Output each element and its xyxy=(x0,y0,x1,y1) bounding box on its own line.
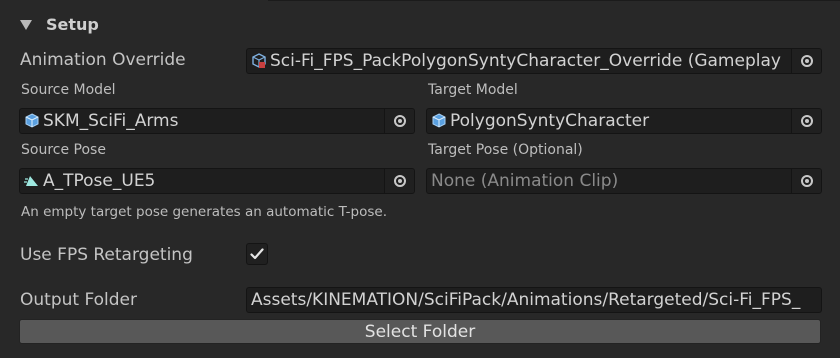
output-folder-label: Output Folder xyxy=(20,290,137,310)
setup-foldout-header[interactable]: Setup xyxy=(20,12,99,36)
output-folder-field[interactable]: Assets/KINEMATION/SciFiPack/Animations/R… xyxy=(246,287,822,313)
object-picker-icon xyxy=(800,115,813,127)
prefab-cube-icon xyxy=(431,112,447,130)
object-picker-button[interactable] xyxy=(791,169,821,193)
target-pose-field[interactable]: None (Animation Clip) xyxy=(426,168,822,194)
animation-override-value: Sci-Fi_FPS_PackPolygonSyntyCharacter_Ove… xyxy=(270,51,781,71)
animation-override-field[interactable]: Sci-Fi_FPS_PackPolygonSyntyCharacter_Ove… xyxy=(246,48,822,74)
source-model-label: Source Model xyxy=(21,82,116,98)
target-model-label: Target Model xyxy=(428,82,518,98)
target-model-value: PolygonSyntyCharacter xyxy=(450,111,650,131)
object-picker-icon xyxy=(393,175,406,187)
object-picker-icon xyxy=(800,175,813,187)
target-pose-value: None (Animation Clip) xyxy=(431,171,619,191)
foldout-arrow-icon[interactable] xyxy=(20,19,32,30)
animator-override-icon xyxy=(251,52,267,70)
source-pose-field[interactable]: A_TPose_UE5 xyxy=(19,168,415,194)
object-picker-icon xyxy=(393,115,406,127)
prefab-cube-icon xyxy=(24,112,40,130)
object-picker-button[interactable] xyxy=(791,109,821,133)
top-divider xyxy=(268,0,840,1)
animation-clip-icon xyxy=(24,172,40,190)
target-pose-label: Target Pose (Optional) xyxy=(428,142,583,158)
select-folder-button[interactable]: Select Folder xyxy=(19,319,821,344)
object-picker-icon xyxy=(800,55,813,67)
source-model-field[interactable]: SKM_SciFi_Arms xyxy=(19,108,415,134)
source-model-value: SKM_SciFi_Arms xyxy=(43,111,179,131)
checkmark-icon xyxy=(250,248,264,260)
target-model-field[interactable]: PolygonSyntyCharacter xyxy=(426,108,822,134)
animation-override-label: Animation Override xyxy=(20,50,186,70)
object-picker-button[interactable] xyxy=(791,49,821,73)
source-pose-value: A_TPose_UE5 xyxy=(43,171,156,191)
object-picker-button[interactable] xyxy=(384,109,414,133)
target-pose-help-text: An empty target pose generates an automa… xyxy=(21,204,387,220)
fps-retargeting-label: Use FPS Retargeting xyxy=(20,245,193,265)
section-title: Setup xyxy=(46,14,99,34)
fps-retargeting-checkbox[interactable] xyxy=(246,243,268,265)
object-picker-button[interactable] xyxy=(384,169,414,193)
source-pose-label: Source Pose xyxy=(21,142,106,158)
output-folder-value: Assets/KINEMATION/SciFiPack/Animations/R… xyxy=(251,290,801,310)
